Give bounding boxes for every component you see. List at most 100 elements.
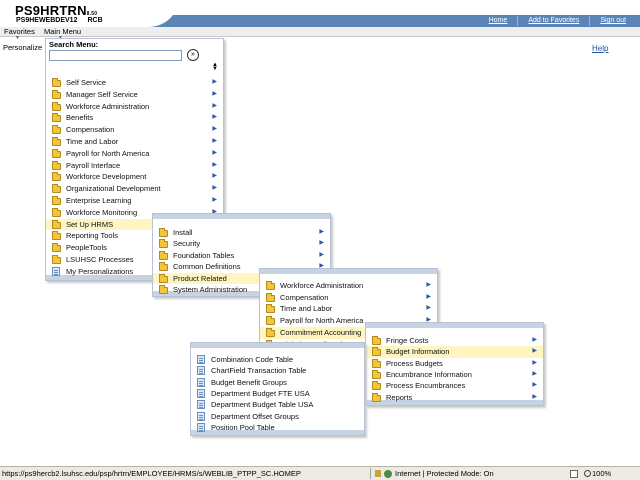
menu-item-encumbrance-information[interactable]: Encumbrance Information ▶ (366, 369, 543, 381)
menu-item-benefits[interactable]: Benefits ▶ (46, 112, 223, 124)
folder-icon (52, 78, 61, 87)
folder-icon (52, 148, 61, 158)
menu-item-self-service[interactable]: Self Service ▶ (46, 77, 223, 89)
menu-item-fringe-costs[interactable]: Fringe Costs ▶ (366, 335, 543, 347)
menu-item-workforce-administration[interactable]: Workforce Administration ▶ (260, 280, 437, 292)
chevron-right-icon: ▶ (319, 251, 324, 258)
search-menu-input[interactable] (49, 50, 182, 61)
chevron-right-icon: ▶ (212, 149, 217, 156)
app-header: PS9HRTRN8.50 PS9HEWEBDEV12 RCB Home Add t… (0, 0, 640, 28)
chevron-right-icon: ▶ (319, 240, 324, 247)
commitment-accounting-submenu: Fringe Costs ▶ Budget Information ▶ Process … (365, 322, 544, 406)
security-zone: Internet | Protected Mode: On (395, 469, 494, 478)
folder-icon (372, 381, 381, 391)
folder-icon (52, 184, 61, 194)
menu-item-compensation[interactable]: Compensation ▶ (260, 292, 437, 304)
page-icon[interactable] (570, 470, 578, 478)
document-icon (197, 377, 205, 387)
folder-icon (159, 285, 168, 294)
menu-item-time-and-labor[interactable]: Time and Labor ▶ (260, 303, 437, 315)
zoom-level[interactable]: 100% (592, 467, 611, 480)
menu-item-label: System Administration (173, 285, 248, 294)
menu-item-label: Department Budget FTE USA (211, 388, 310, 398)
chevron-right-icon: ▶ (426, 305, 431, 312)
menu-item-chartfield-transaction-table[interactable]: ChartField Transaction Table (191, 365, 364, 377)
folder-icon (52, 207, 61, 217)
add-to-favorites-link[interactable]: Add to Favorites (517, 16, 589, 26)
folder-icon (52, 113, 61, 123)
personalize-link[interactable]: Personalize (3, 43, 42, 52)
menu-item-label: Payroll for North America (66, 148, 150, 158)
chevron-right-icon: ▶ (212, 161, 217, 168)
menu-item-install[interactable]: Install ▶ (153, 227, 330, 239)
search-go-button[interactable]: » (187, 49, 199, 61)
server-info: PS9HEWEBDEV12 RCB (16, 17, 103, 24)
chevron-right-icon: ▶ (212, 114, 217, 121)
menu-item-process-encumbrances[interactable]: Process Encumbrances ▶ (366, 380, 543, 392)
zoom-icon[interactable] (584, 470, 591, 477)
status-bar: https://ps9hercb2.lsuhsc.edu/psp/hrtrn/E… (0, 466, 640, 480)
menu-item-label: Commitment Accounting (280, 327, 362, 337)
menu-item-label: Budget Benefit Groups (211, 377, 287, 387)
menu-item-position-pool-table[interactable]: Position Pool Table (191, 422, 364, 434)
folder-icon (372, 358, 381, 368)
menu-item-compensation[interactable]: Compensation ▶ (46, 124, 223, 136)
menu-item-manager-self-service[interactable]: Manager Self Service ▶ (46, 89, 223, 101)
menu-item-workforce-administration[interactable]: Workforce Administration ▶ (46, 101, 223, 113)
menu-item-combination-code-table[interactable]: Combination Code Table (191, 354, 364, 366)
status-url: https://ps9hercb2.lsuhsc.edu/psp/hrtrn/E… (2, 469, 301, 478)
folder-icon (52, 137, 61, 146)
menu-item-label: Compensation (66, 125, 115, 135)
menu-item-label: Fringe Costs (386, 336, 429, 345)
menu-item-process-budgets[interactable]: Process Budgets ▶ (366, 358, 543, 370)
budget-information-submenu: Combination Code Table ChartField Transac… (190, 342, 365, 436)
sign-out-link[interactable]: Sign out (589, 16, 636, 26)
folder-icon (52, 255, 61, 264)
chevron-right-icon: ▶ (212, 90, 217, 97)
menu-item-security[interactable]: Security ▶ (153, 238, 330, 250)
folder-icon (159, 250, 168, 260)
menu-item-budget-benefit-groups[interactable]: Budget Benefit Groups (191, 377, 364, 389)
menu-item-payroll-for-north-america[interactable]: Payroll for North America ▶ (46, 148, 223, 160)
menu-item-label: Workforce Monitoring (66, 207, 138, 217)
folder-icon (159, 239, 168, 249)
menu-item-label: Reporting Tools (66, 231, 118, 241)
document-icon (197, 400, 205, 410)
menu-item-label: Self Service (66, 78, 107, 87)
menu-item-payroll-interface[interactable]: Payroll Interface ▶ (46, 160, 223, 172)
menu-item-budget-information[interactable]: Budget Information ▶ (366, 346, 543, 359)
menu-item-label: Payroll Interface (66, 160, 121, 170)
menu-item-reports[interactable]: Reports ▶ (366, 392, 543, 404)
menu-item-foundation-tables[interactable]: Foundation Tables ▶ (153, 250, 330, 262)
server-name: PS9HEWEBDEV12 (16, 17, 78, 24)
menu-item-label: Set Up HRMS (66, 219, 114, 229)
search-menu-label: Search Menu: (49, 40, 99, 49)
chevron-down-icon: ▼ (15, 35, 20, 41)
menu-item-department-budget-table-usa[interactable]: Department Budget Table USA (191, 399, 364, 411)
menu-item-organizational-development[interactable]: Organizational Development ▶ (46, 183, 223, 195)
menu-item-label: Department Offset Groups (211, 411, 299, 421)
menu-item-label: My Personalizations (66, 266, 134, 276)
chevron-right-icon: ▶ (532, 393, 537, 400)
menu-item-enterprise-learning[interactable]: Enterprise Learning ▶ (46, 195, 223, 207)
folder-icon (52, 125, 61, 135)
user-id: RCB (87, 17, 103, 24)
menu-item-label: Compensation (280, 292, 329, 302)
menu-item-label: Manager Self Service (66, 89, 138, 99)
folder-icon (372, 336, 381, 345)
menu-item-label: Security (173, 239, 201, 249)
menu-item-department-budget-fte-usa[interactable]: Department Budget FTE USA (191, 388, 364, 400)
folder-icon (266, 281, 275, 290)
help-link[interactable]: Help (592, 44, 608, 53)
document-icon (197, 388, 205, 398)
home-link[interactable]: Home (479, 16, 518, 26)
folder-icon (372, 392, 381, 402)
document-icon (197, 355, 205, 364)
chevron-right-icon: ▶ (212, 173, 217, 180)
folder-icon (372, 369, 381, 379)
menu-item-workforce-development[interactable]: Workforce Development ▶ (46, 171, 223, 183)
folder-icon (266, 292, 275, 302)
menu-item-department-offset-groups[interactable]: Department Offset Groups (191, 411, 364, 423)
sort-icon[interactable]: ▲ ▼ (212, 62, 218, 72)
menu-item-time-and-labor[interactable]: Time and Labor ▶ (46, 136, 223, 148)
